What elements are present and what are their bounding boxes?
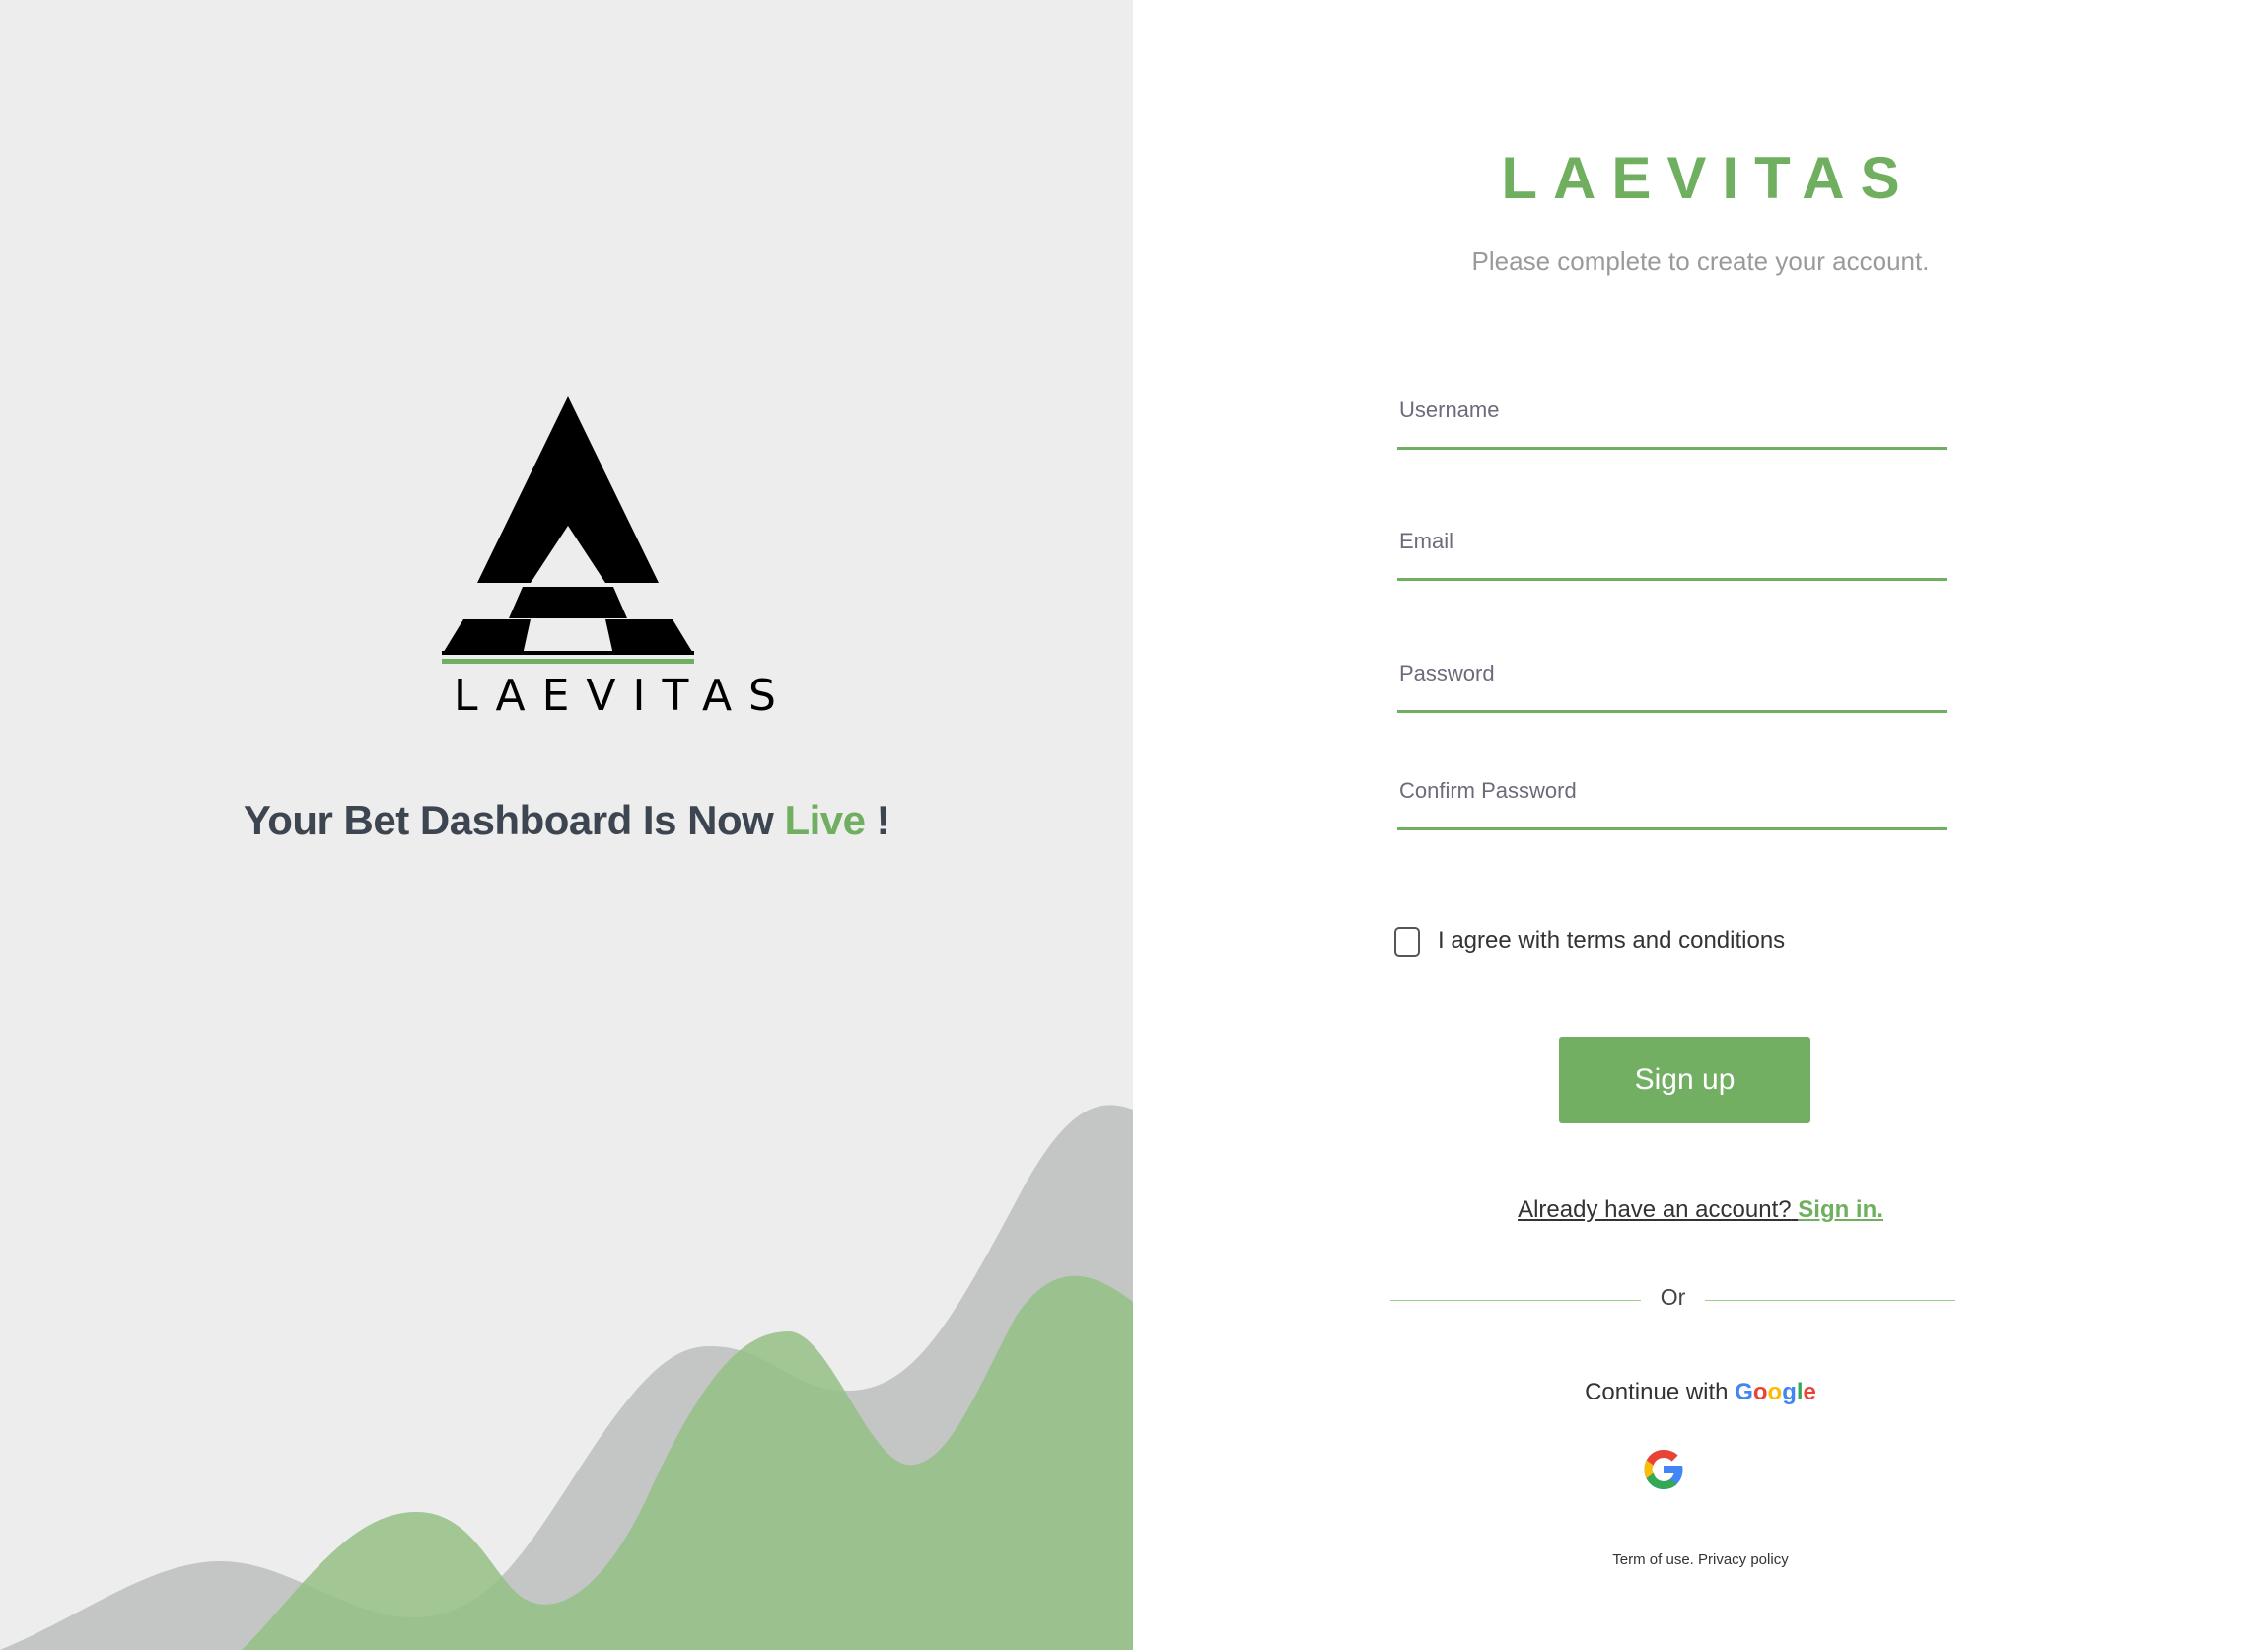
email-input[interactable]	[1397, 519, 1950, 580]
terms-of-use-link[interactable]: Term of use.	[1612, 1551, 1694, 1568]
footer-links: Term of use. Privacy policy	[1133, 1551, 2268, 1568]
brand-title: LAEVITAS	[1501, 145, 1916, 211]
divider-left	[1390, 1300, 1641, 1301]
signin-prompt-line: Already have an account? Sign in.	[1133, 1196, 2268, 1224]
tagline: Your Bet Dashboard Is Now Live !	[0, 797, 1133, 844]
terms-label[interactable]: I agree with terms and conditions	[1438, 927, 1785, 955]
terms-checkbox[interactable]	[1394, 927, 1420, 957]
divider-right	[1705, 1300, 1955, 1301]
confirm-password-field[interactable]: Confirm Password	[1397, 768, 1950, 830]
email-field[interactable]: Email	[1397, 519, 1950, 581]
confirm-password-input[interactable]	[1397, 768, 1950, 829]
username-input[interactable]	[1397, 388, 1950, 449]
signup-button[interactable]: Sign up	[1559, 1037, 1810, 1123]
signup-panel: LAEVITAS Please complete to create your …	[1133, 0, 2268, 1650]
signin-link[interactable]: Sign in.	[1798, 1196, 1883, 1223]
form-subtitle: Please complete to create your account.	[1471, 247, 1930, 276]
tagline-end: !	[876, 797, 890, 843]
signin-prompt: Already have an account?	[1518, 1196, 1792, 1223]
google-g-icon[interactable]	[1643, 1445, 1684, 1494]
tagline-highlight: Live	[784, 797, 866, 843]
google-wordmark: Google	[1735, 1379, 1816, 1405]
laevitas-triangle-logo-icon	[442, 396, 694, 664]
tagline-main: Your Bet Dashboard Is Now	[243, 797, 774, 843]
username-field[interactable]: Username	[1397, 388, 1950, 450]
continue-with-google[interactable]: Continue with Google	[1133, 1379, 2268, 1406]
logo-wordmark: LAEVITAS	[454, 671, 793, 721]
continue-with-label: Continue with	[1585, 1379, 1729, 1405]
password-input[interactable]	[1397, 651, 1950, 712]
privacy-policy-link[interactable]: Privacy policy	[1698, 1551, 1789, 1568]
or-divider-text: Or	[1660, 1284, 1686, 1310]
password-field[interactable]: Password	[1397, 651, 1950, 713]
left-panel: LAEVITAS Your Bet Dashboard Is Now Live …	[0, 0, 1133, 1650]
